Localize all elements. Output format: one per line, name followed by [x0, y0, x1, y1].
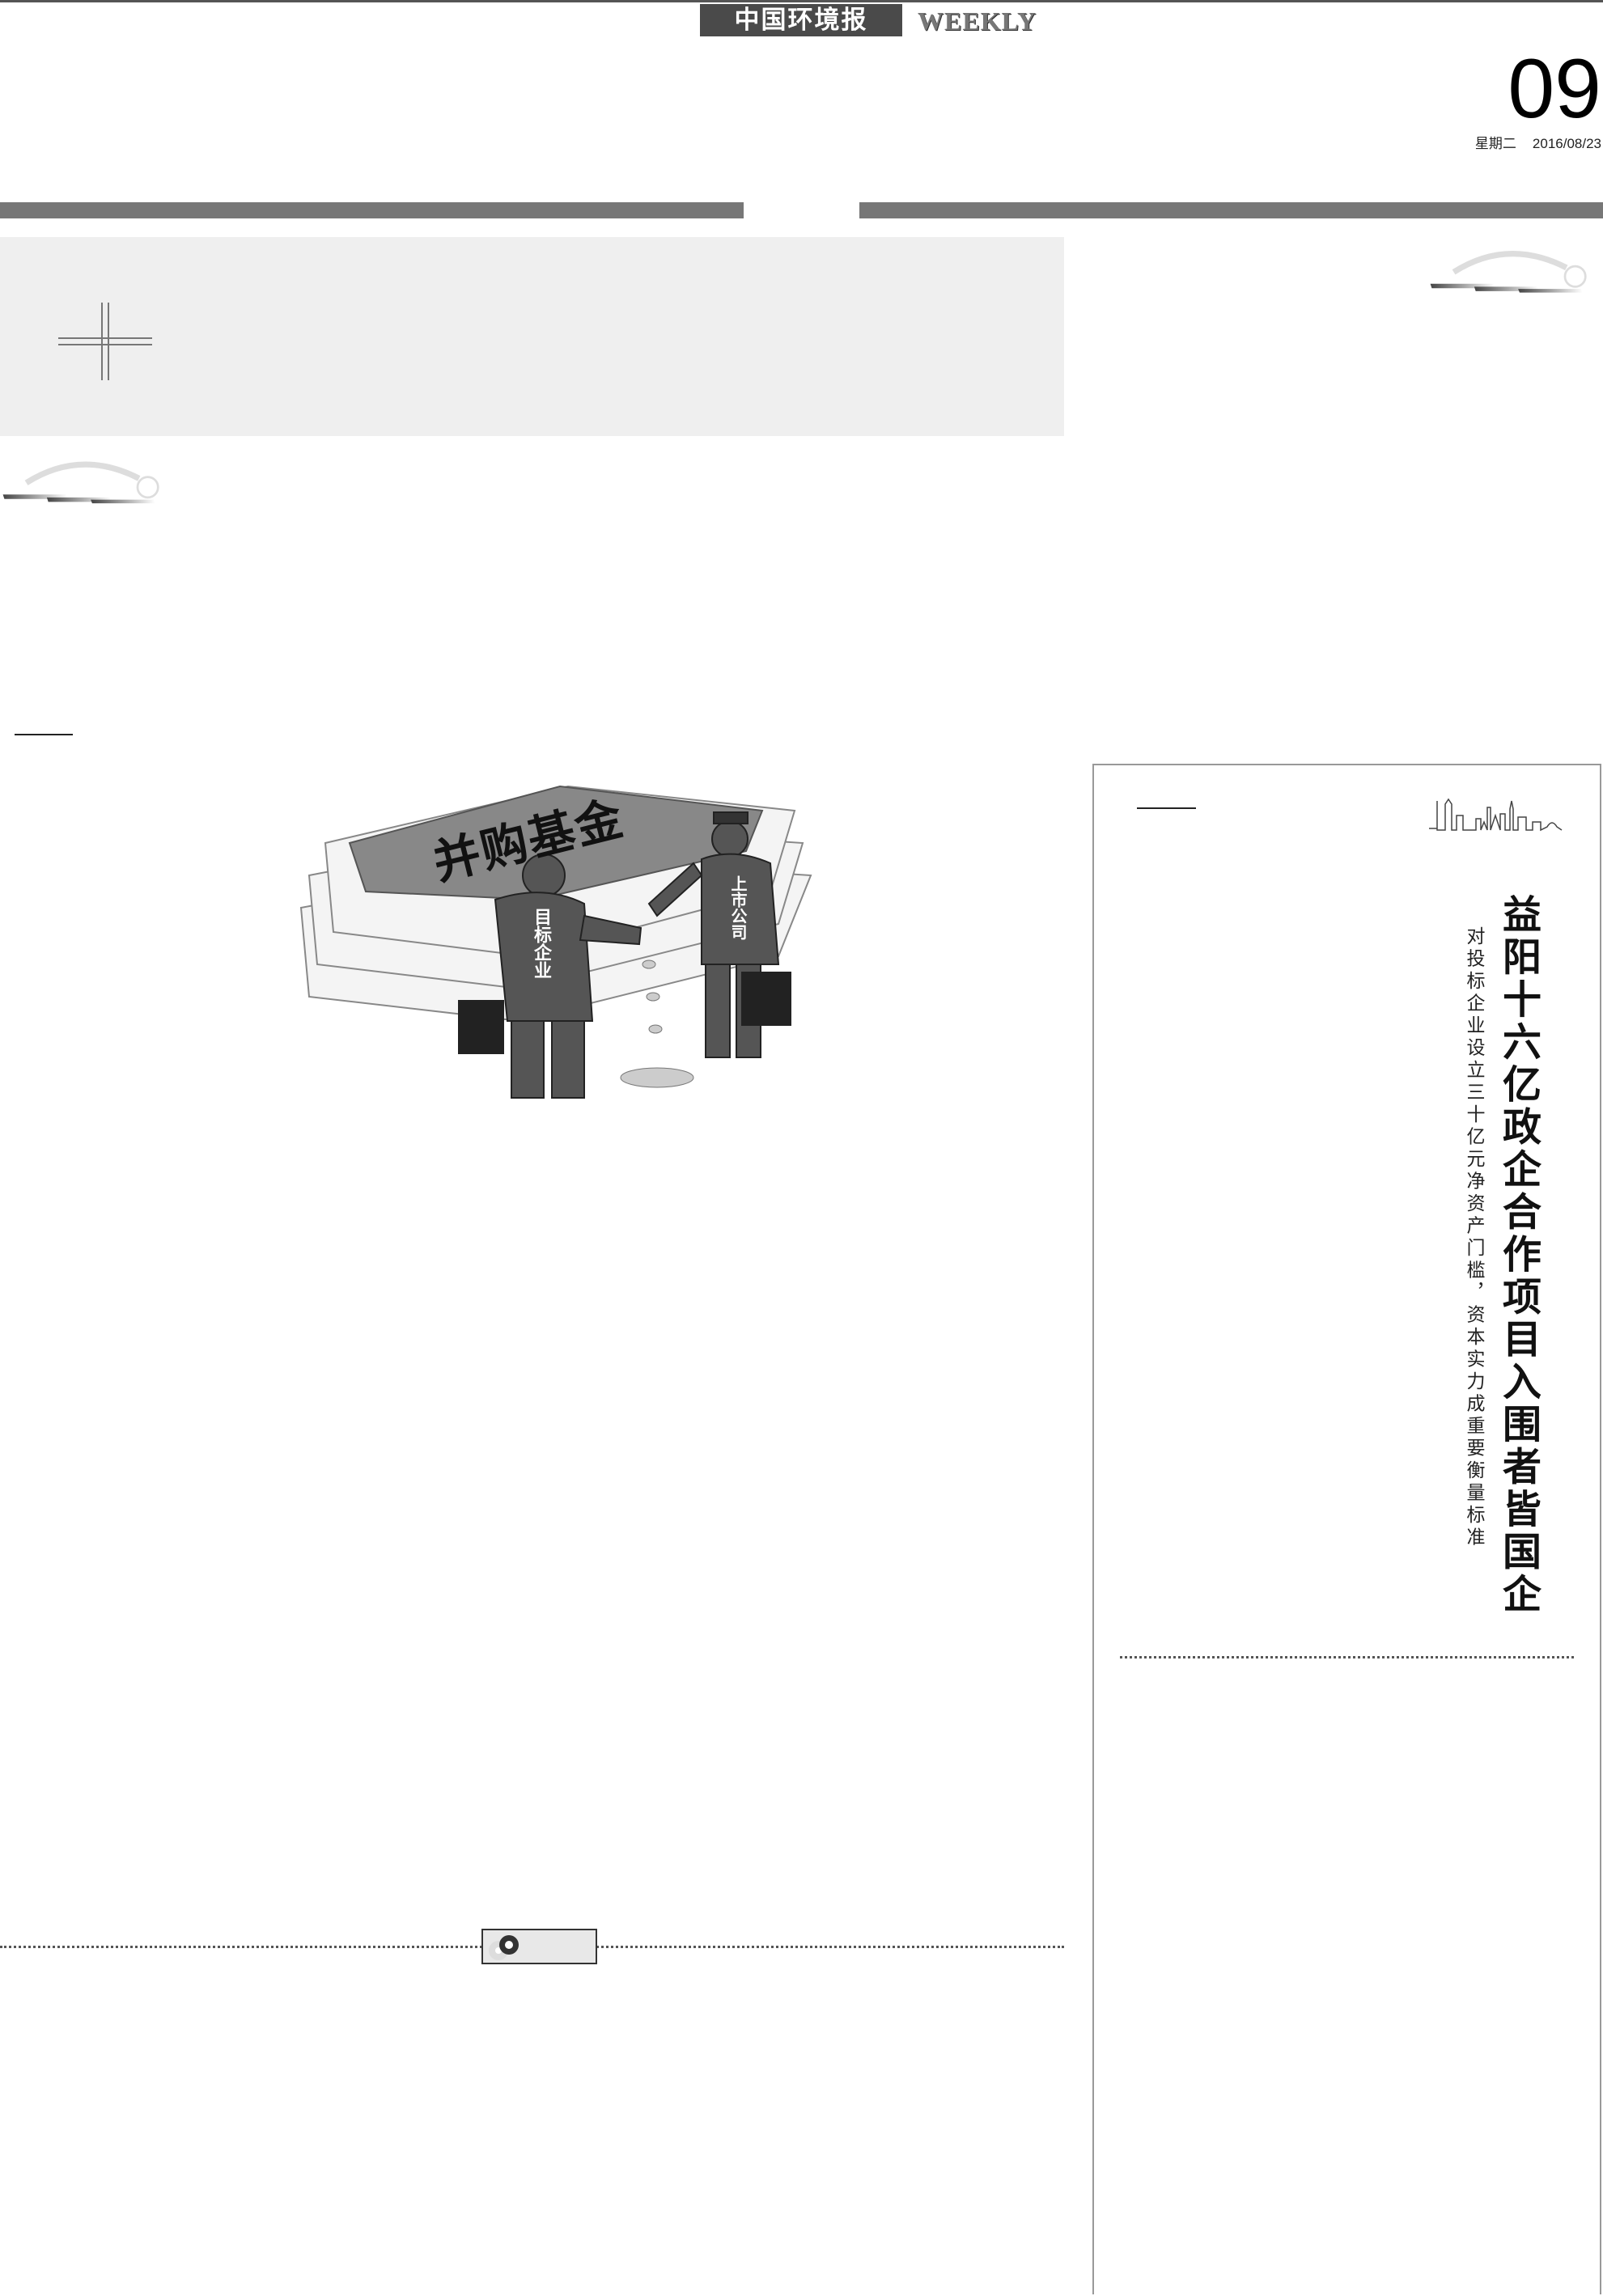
swoosh-ornament-icon	[1430, 251, 1587, 293]
header-panel	[0, 237, 1064, 436]
disc-icon	[489, 1935, 519, 1960]
sidebar-subheadline: 对投标企业设立三十亿元净资产门槛，资本实力成重要衡量标准	[1463, 926, 1484, 1549]
sidebar-divider	[1120, 1656, 1574, 1658]
page-number: 09	[1508, 42, 1601, 136]
sidebar-byline-rule	[1137, 807, 1196, 809]
section-bar-right	[859, 202, 1603, 218]
byline-rule	[15, 734, 73, 735]
issue-date: 2016/08/23	[1532, 136, 1601, 151]
cross-ornament-icon	[58, 303, 152, 380]
city-skyline-icon	[1429, 798, 1563, 832]
left-figure-label: 目标企业	[531, 908, 551, 979]
sidebar-headline: 益阳十六亿政企合作项目入围者皆国企	[1495, 894, 1541, 1616]
swoosh-ornament-icon	[2, 461, 159, 504]
newspaper-logo: 中国环境报	[700, 4, 902, 36]
column-tag-box	[481, 1929, 597, 1964]
weekday: 星期二	[1474, 136, 1516, 152]
top-rule	[0, 0, 1603, 2]
merger-fund-illustration: 并购基金 目标企业 上市公司	[293, 754, 820, 1120]
right-figure-label: 上市公司	[728, 875, 748, 940]
edition-label: WEEKLY	[918, 6, 1037, 36]
dateline: 星期二 2016/08/23	[1475, 132, 1601, 152]
section-bar-left	[0, 202, 744, 218]
